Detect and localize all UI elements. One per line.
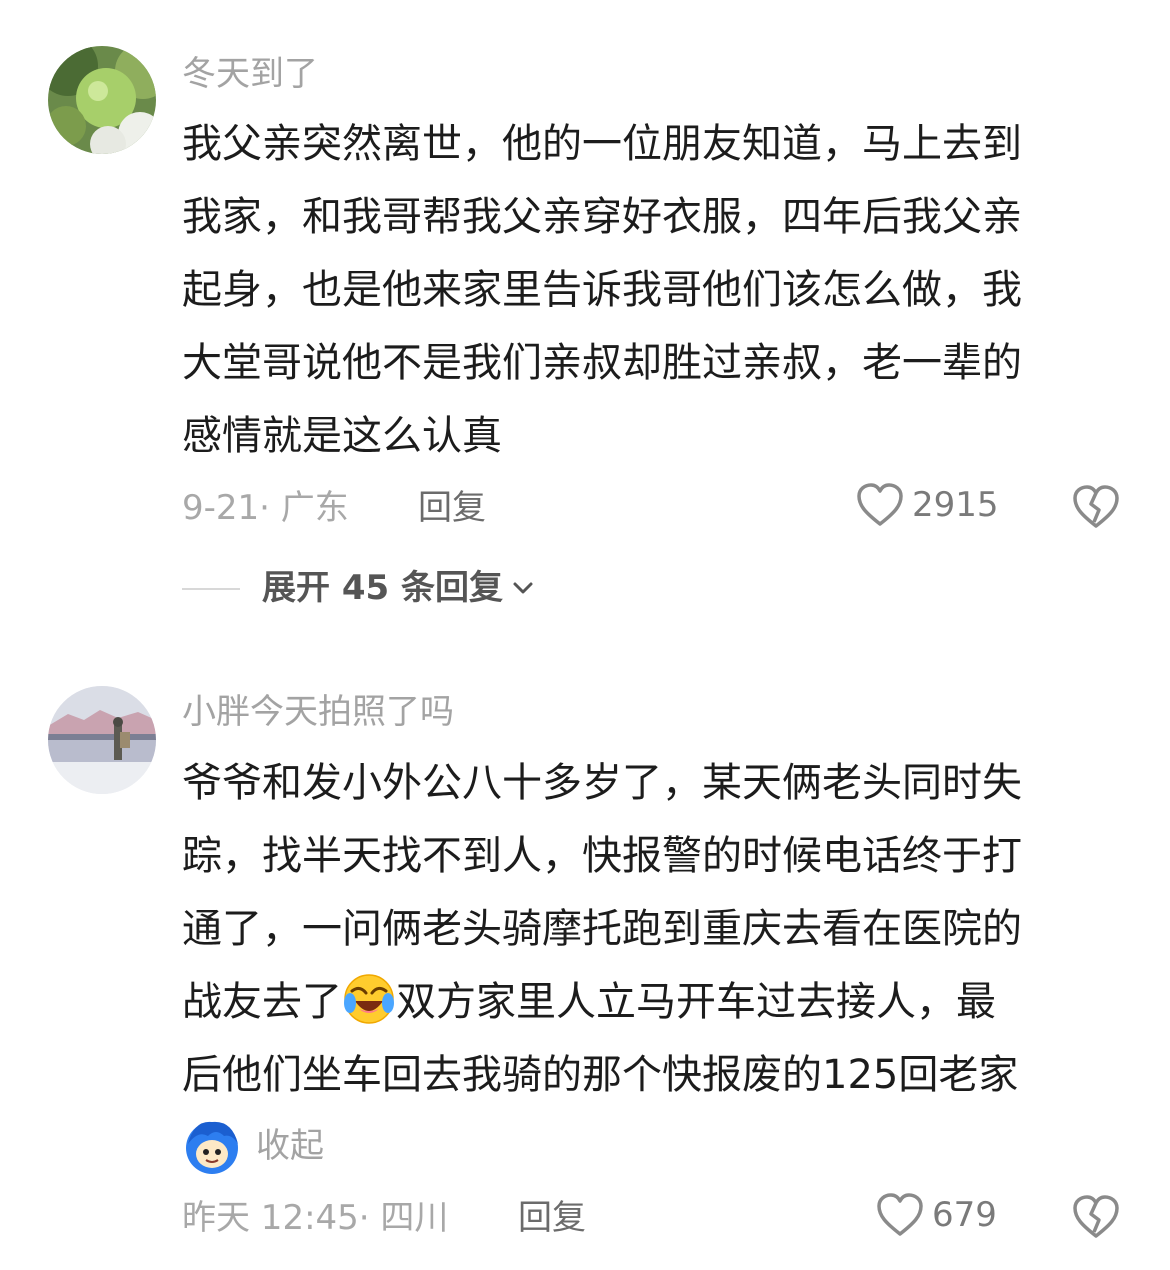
comment-line: 后他们坐车回去我骑的那个快报废的125回老家 (182, 1052, 1019, 1098)
dislike-button[interactable] (1072, 1194, 1120, 1244)
comment-line: 踪，找半天找不到人，快报警的时候电话终于打 (182, 833, 1022, 879)
comment-line: 爷爷和发小外公八十多岁了，某天俩老头同时失 (182, 760, 1022, 806)
username[interactable]: 小胖今天拍照了吗 (182, 692, 454, 732)
crying-laughing-emoji (344, 974, 394, 1024)
comment-text: 爷爷和发小外公八十多岁了，某天俩老头同时失 踪，找半天找不到人，快报警的时候电话… (182, 747, 1122, 1112)
comment-line: 战友去了 双方家里人立马开车过去接人，最 (182, 966, 1122, 1039)
broken-heart-icon (1073, 1195, 1119, 1238)
heart-outline-icon (877, 1193, 923, 1236)
comment-line: 通了，一问俩老头骑摩托跑到重庆去看在医院的 (182, 906, 1022, 952)
avatar[interactable] (48, 686, 156, 794)
like-count: 679 (932, 1195, 997, 1235)
comment-line-rest: 双方家里人立马开车过去接人，最 (396, 979, 996, 1025)
collapse-label: 收起 (256, 1126, 324, 1166)
blue-hair-sticker (186, 1121, 238, 1174)
reply-button[interactable]: 回复 (518, 1198, 586, 1238)
timestamp-location: 昨天 12:45· 四川 (182, 1198, 449, 1238)
comment-2: 小胖今天拍照了吗 爷爷和发小外公八十多岁了，某天俩老头同时失 踪，找半天找不到人… (0, 0, 1170, 1270)
like-button[interactable]: 679 (876, 1192, 997, 1238)
comment-line-prefix: 战友去了 (182, 979, 342, 1025)
collapse-button[interactable]: 收起 (182, 1116, 324, 1176)
